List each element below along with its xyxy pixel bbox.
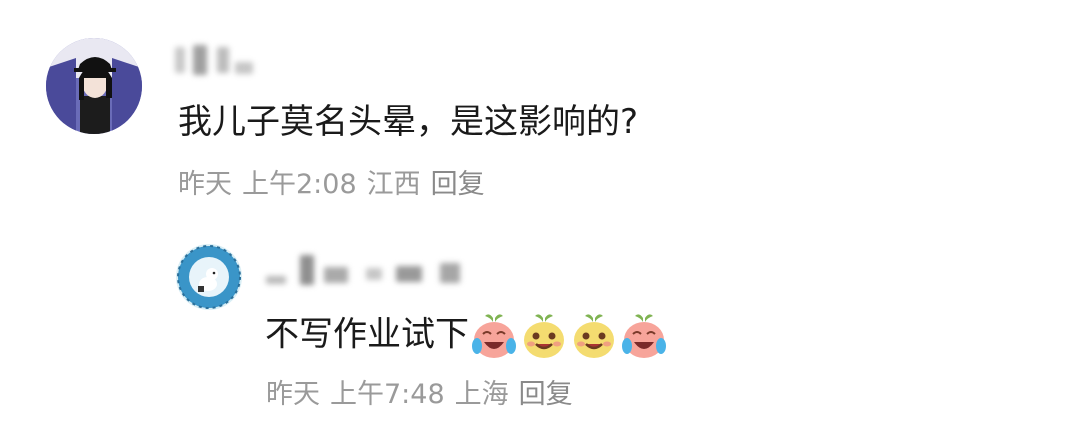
reply-time: 上午7:48 xyxy=(330,379,445,410)
comment-location: 江西 xyxy=(366,169,421,200)
comment-text: 我儿子莫名头晕，是这影响的? xyxy=(178,102,639,142)
grin-face-icon xyxy=(574,314,614,358)
comment-meta: 昨天 上午2:08 江西 回复 xyxy=(178,168,495,202)
reply-date: 昨天 xyxy=(266,379,320,410)
reply-item: 不写作业试下 昨天 上午7:48 上海 回复 xyxy=(0,230,1080,444)
reply-reply-button[interactable]: 回复 xyxy=(519,379,573,410)
username-obscured[interactable] xyxy=(175,40,253,80)
reply-text: 不写作业试下 xyxy=(265,314,469,355)
comment-date: 昨天 xyxy=(178,169,232,200)
grin-face-icon xyxy=(524,314,564,358)
laugh-cry-face-icon xyxy=(622,314,666,358)
emoji-group xyxy=(471,312,667,360)
reply-username-obscured[interactable] xyxy=(266,250,460,290)
comment-time: 上午2:08 xyxy=(242,169,357,200)
comment-item: 我儿子莫名头晕，是这影响的? 昨天 上午2:08 江西 回复 xyxy=(0,0,1080,220)
reply-location: 上海 xyxy=(454,379,509,410)
reply-text-row: 不写作业试下 xyxy=(265,312,667,360)
reply-meta: 昨天 上午7:48 上海 回复 xyxy=(266,378,583,412)
reply-user-avatar[interactable] xyxy=(176,244,242,310)
user-avatar[interactable] xyxy=(46,38,142,134)
reply-button[interactable]: 回复 xyxy=(431,169,485,200)
laugh-cry-face-icon xyxy=(472,314,516,358)
